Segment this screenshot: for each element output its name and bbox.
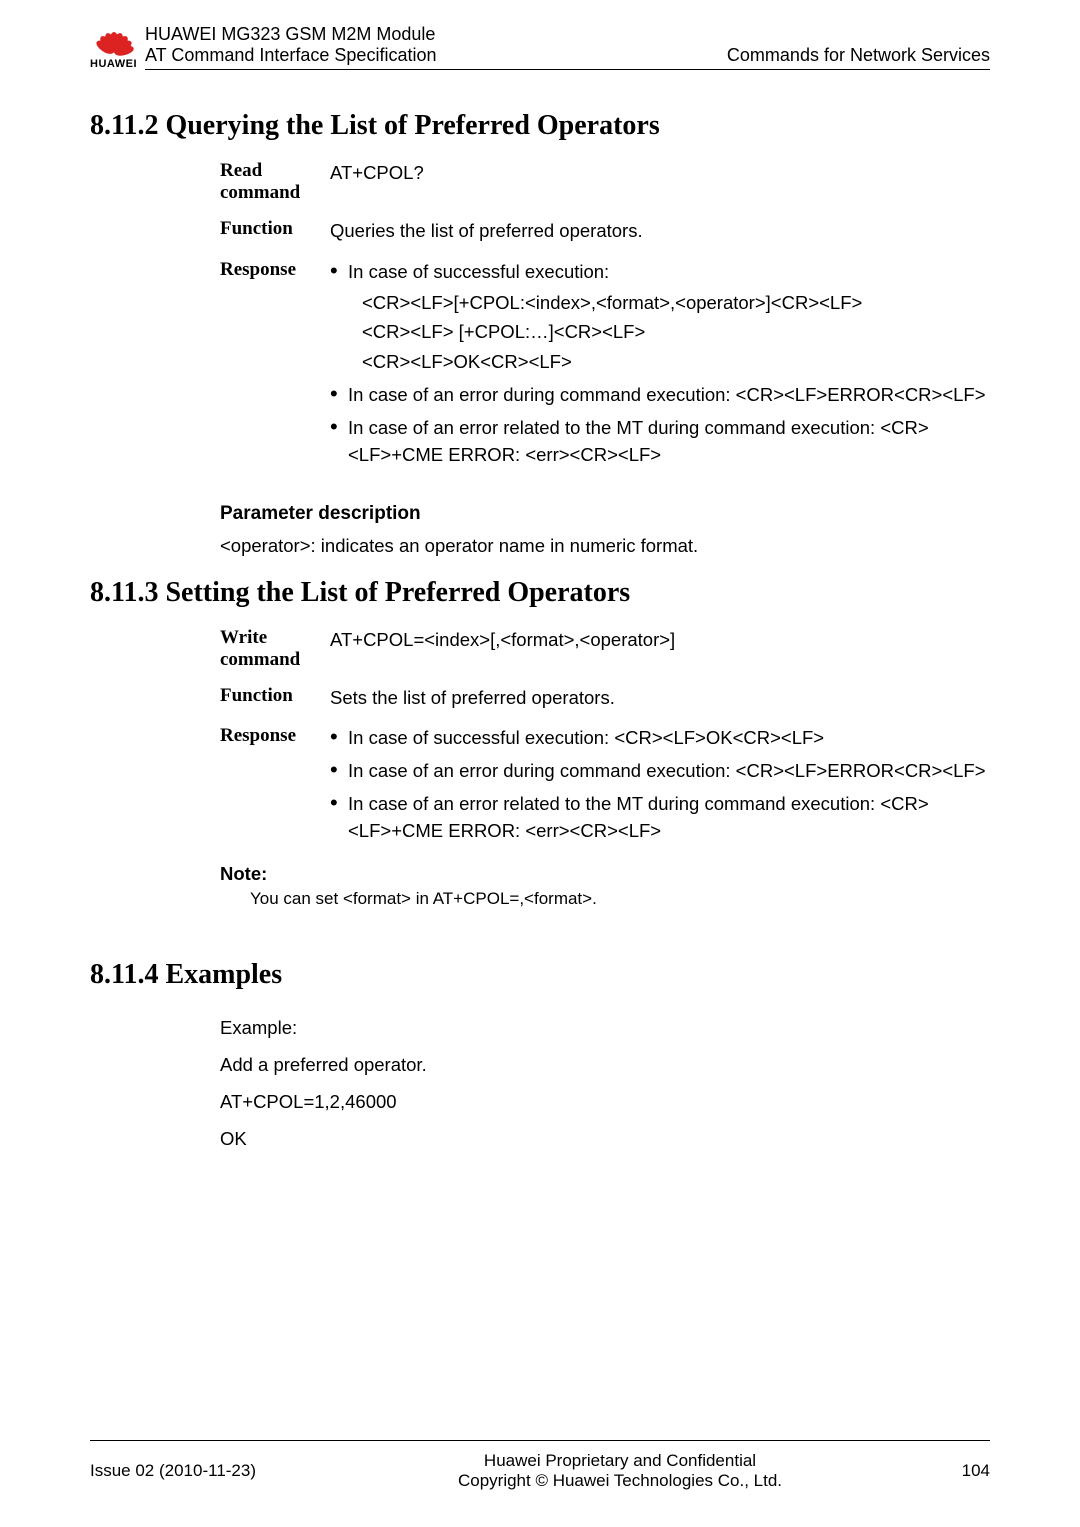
page-header: HUAWEI HUAWEI MG323 GSM M2M Module AT Co…	[0, 0, 1080, 70]
function-label: Function	[220, 218, 330, 245]
module-title: HUAWEI MG323 GSM M2M Module	[145, 24, 435, 45]
example-line: OK	[220, 1120, 990, 1157]
spec-title: AT Command Interface Specification	[145, 45, 436, 66]
response-label: Response	[220, 259, 330, 473]
response-error: In case of an error during command execu…	[348, 758, 990, 785]
response-line: <CR><LF>[+CPOL:<index>,<format>,<operato…	[330, 290, 990, 317]
response-label: Response	[220, 725, 330, 848]
bullet-icon: •	[330, 791, 348, 845]
heading-8-11-2: 8.11.2 Querying the List of Preferred Op…	[90, 110, 990, 142]
parameter-text: <operator>: indicates an operator name i…	[220, 535, 990, 557]
heading-8-11-4: 8.11.4 Examples	[90, 959, 990, 991]
write-command-label: Write command	[220, 627, 330, 671]
page-content: 8.11.2 Querying the List of Preferred Op…	[0, 70, 1080, 1157]
response-success: In case of successful execution:	[348, 259, 990, 286]
function-label: Function	[220, 685, 330, 712]
function-text: Queries the list of preferred operators.	[330, 218, 990, 245]
footer-issue: Issue 02 (2010-11-23)	[90, 1461, 310, 1481]
example-block: Example: Add a preferred operator. AT+CP…	[220, 1009, 990, 1157]
footer-copyright: Copyright © Huawei Technologies Co., Ltd…	[310, 1471, 930, 1491]
footer-page: 104	[930, 1461, 990, 1481]
example-line: AT+CPOL=1,2,46000	[220, 1083, 990, 1120]
bullet-icon: •	[330, 259, 348, 286]
response-error: In case of an error during command execu…	[348, 382, 990, 409]
response-mt-error: In case of an error related to the MT du…	[348, 415, 990, 469]
example-line: Add a preferred operator.	[220, 1046, 990, 1083]
response-line: <CR><LF> [+CPOL:…]<CR><LF>	[330, 319, 990, 346]
parameter-heading: Parameter description	[220, 503, 990, 525]
footer-proprietary: Huawei Proprietary and Confidential	[310, 1451, 930, 1471]
logo-icon	[92, 24, 136, 60]
bullet-icon: •	[330, 758, 348, 785]
example-line: Example:	[220, 1009, 990, 1046]
heading-8-11-3: 8.11.3 Setting the List of Preferred Ope…	[90, 577, 990, 609]
page-footer: Issue 02 (2010-11-23) Huawei Proprietary…	[90, 1440, 990, 1491]
read-command-label: Read command	[220, 160, 330, 204]
section-right: Commands for Network Services	[727, 45, 990, 66]
response-line: <CR><LF>OK<CR><LF>	[330, 349, 990, 376]
bullet-icon: •	[330, 725, 348, 752]
bullet-icon: •	[330, 382, 348, 409]
response-body: • In case of successful execution: <CR><…	[330, 259, 990, 473]
huawei-logo: HUAWEI	[90, 24, 137, 70]
bullet-icon: •	[330, 415, 348, 469]
note-label: Note:	[220, 863, 990, 885]
note-text: You can set <format> in AT+CPOL=,<format…	[250, 889, 990, 909]
write-command-value: AT+CPOL=<index>[,<format>,<operator>]	[330, 627, 990, 671]
response-success: In case of successful execution: <CR><LF…	[348, 725, 990, 752]
footer-center: Huawei Proprietary and Confidential Copy…	[310, 1451, 930, 1491]
response-mt-error: In case of an error related to the MT du…	[348, 791, 990, 845]
response-body: • In case of successful execution: <CR><…	[330, 725, 990, 848]
function-text: Sets the list of preferred operators.	[330, 685, 990, 712]
read-command-value: AT+CPOL?	[330, 160, 990, 204]
